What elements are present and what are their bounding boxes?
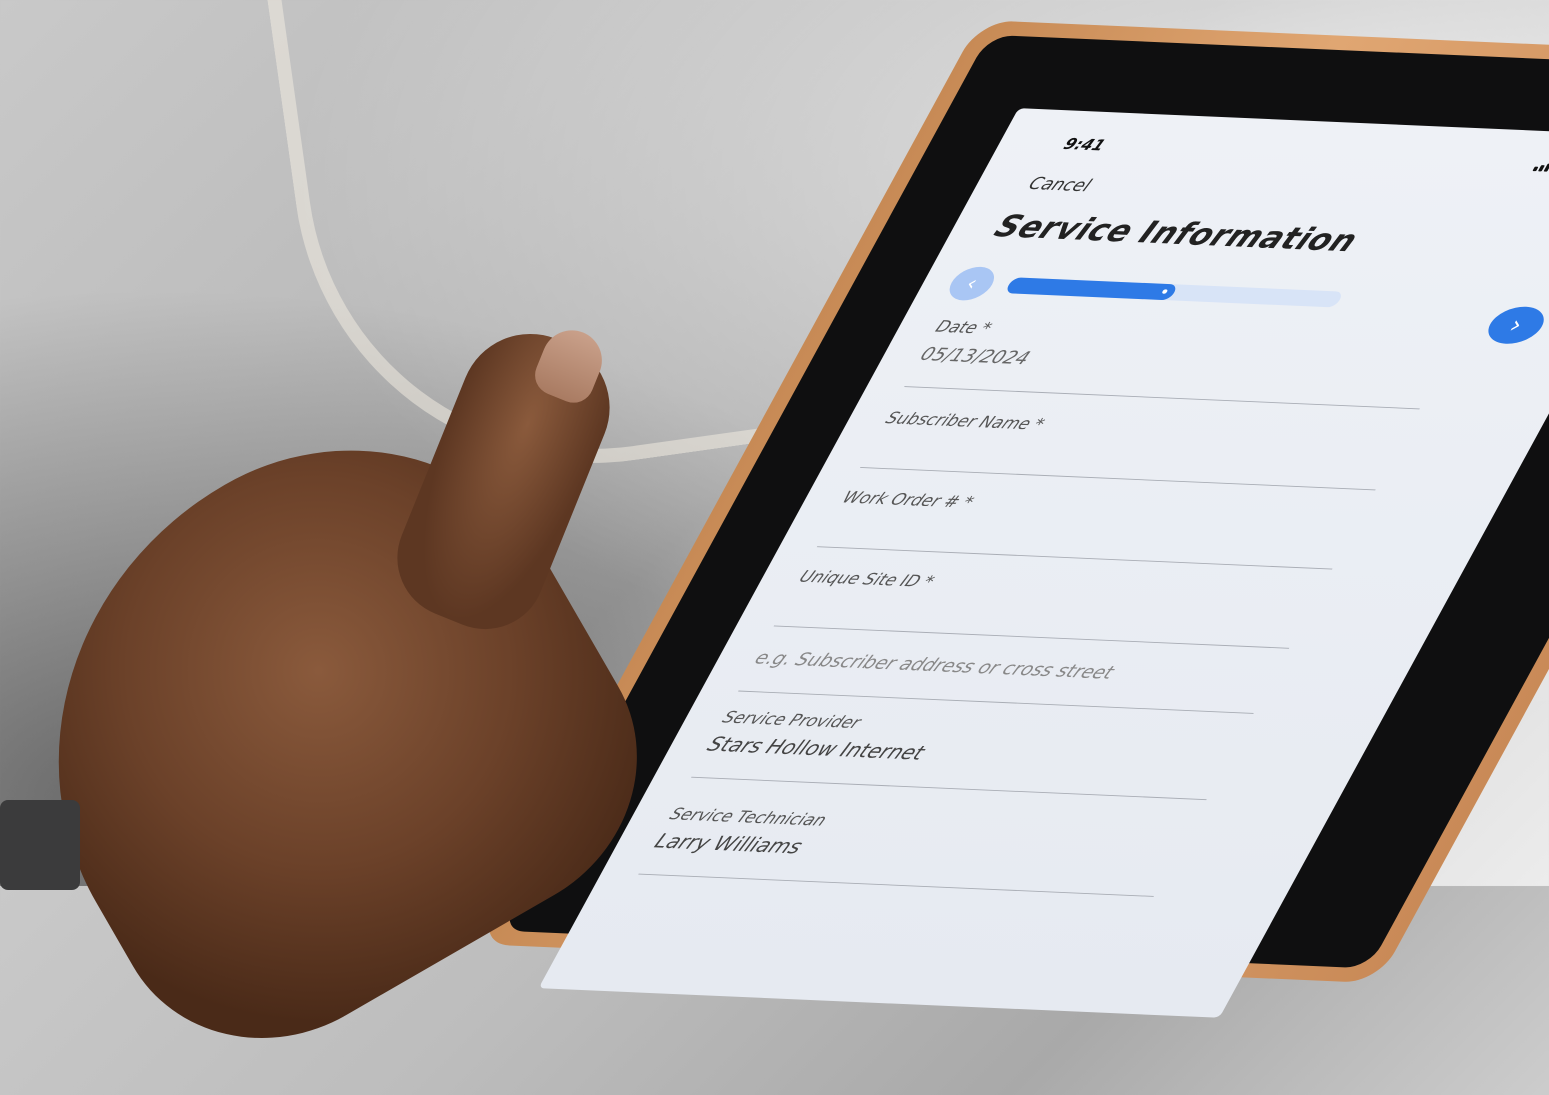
page-title: Service Information xyxy=(987,208,1365,260)
work-order-field[interactable]: Work Order # * xyxy=(816,488,1365,570)
subscriber-name-field[interactable]: Subscriber Name * xyxy=(860,408,1408,491)
chevron-right-icon: › xyxy=(1504,311,1529,339)
service-technician-field[interactable]: Service Technician Larry Williams xyxy=(638,804,1192,897)
unique-site-id-field[interactable]: Unique Site ID * xyxy=(773,567,1321,649)
unique-site-id-placeholder: e.g. Subscriber address or cross street xyxy=(751,646,1119,684)
wristwatch xyxy=(0,800,80,890)
progress-bar xyxy=(1004,277,1345,308)
progress-marker xyxy=(1161,289,1169,294)
unique-site-id-input[interactable]: e.g. Subscriber address or cross street xyxy=(738,646,1278,714)
hand-holding-tablet xyxy=(0,312,720,1095)
signal-icon xyxy=(1530,158,1549,176)
chevron-left-icon: ‹ xyxy=(961,272,982,295)
date-field[interactable]: Date * 05/13/2024 xyxy=(904,317,1458,410)
subscriber-name-label: Subscriber Name * xyxy=(882,408,1048,435)
progress-fill xyxy=(1004,277,1179,301)
service-provider-field[interactable]: Service Provider Stars Hollow Internet xyxy=(691,708,1245,801)
work-order-label: Work Order # * xyxy=(838,488,978,513)
cancel-button[interactable]: Cancel xyxy=(1025,174,1095,196)
unique-site-id-label: Unique Site ID * xyxy=(795,567,938,592)
previous-step-button[interactable]: ‹ xyxy=(942,266,1002,302)
status-icons xyxy=(1530,158,1549,178)
next-step-button[interactable]: › xyxy=(1480,305,1549,345)
status-time: 9:41 xyxy=(1059,135,1109,155)
